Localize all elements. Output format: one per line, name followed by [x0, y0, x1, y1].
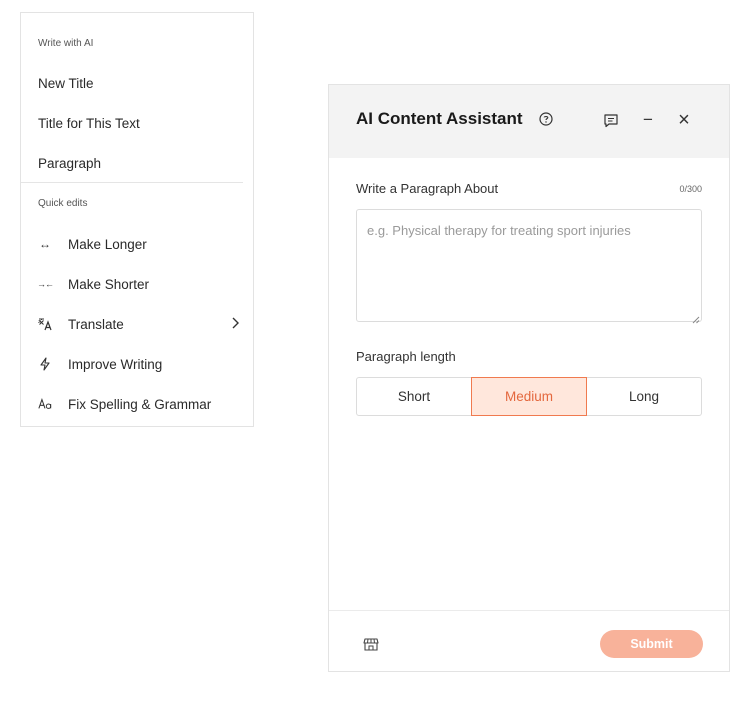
menu-item-label: Improve Writing — [68, 356, 163, 372]
menu-item-translate[interactable]: ᶻ Translate — [38, 312, 239, 336]
translate-icon: ᶻ — [38, 317, 52, 331]
menu-item-make-longer[interactable]: ↔ Make Longer — [38, 232, 239, 256]
menu-item-make-shorter[interactable]: →← Make Shorter — [37, 272, 239, 296]
chevron-right-icon — [231, 316, 239, 332]
paragraph-topic-label: Write a Paragraph About — [356, 181, 499, 196]
panel-header: AI Content Assistant − × — [329, 85, 729, 158]
shrink-arrows-icon: →← — [37, 279, 54, 289]
menu-section-quick-edits: Quick edits — [38, 198, 88, 209]
length-option-short[interactable]: Short — [357, 378, 471, 415]
menu-item-paragraph[interactable]: Paragraph — [38, 151, 239, 175]
menu-section-write-with-ai: Write with AI — [38, 38, 94, 49]
menu-item-label: Make Longer — [68, 236, 147, 252]
menu-item-new-title[interactable]: New Title — [38, 71, 239, 95]
spelling-icon — [38, 398, 52, 410]
resize-handle-icon[interactable] — [691, 311, 700, 324]
panel-title: AI Content Assistant — [356, 109, 523, 128]
ai-content-assistant-panel: AI Content Assistant − × Write a Paragra… — [328, 84, 730, 672]
lightning-icon — [38, 357, 52, 371]
menu-item-label: Make Shorter — [68, 276, 150, 292]
menu-item-label: Title for This Text — [38, 115, 140, 131]
footer-divider — [329, 610, 729, 611]
char-counter: 0/300 — [679, 184, 702, 194]
menu-item-improve-writing[interactable]: Improve Writing — [38, 352, 239, 376]
length-option-medium[interactable]: Medium — [471, 377, 587, 416]
store-icon[interactable] — [363, 636, 379, 652]
help-icon[interactable] — [539, 112, 553, 126]
submit-button[interactable]: Submit — [600, 630, 703, 658]
feedback-icon[interactable] — [602, 111, 620, 129]
menu-item-title-for-this-text[interactable]: Title for This Text — [38, 111, 239, 135]
menu-item-label: Paragraph — [38, 155, 102, 171]
minimize-icon[interactable]: − — [639, 110, 657, 129]
close-icon[interactable]: × — [675, 109, 693, 131]
menu-item-fix-spelling[interactable]: Fix Spelling & Grammar — [38, 392, 239, 416]
paragraph-length-selector: Short Medium Long — [356, 377, 702, 416]
paragraph-length-label: Paragraph length — [356, 349, 456, 364]
length-option-long[interactable]: Long — [587, 378, 701, 415]
paragraph-topic-input[interactable] — [356, 209, 702, 322]
menu-divider — [21, 182, 243, 183]
menu-item-label: New Title — [38, 75, 94, 91]
ai-write-menu: Write with AI New Title Title for This T… — [20, 12, 254, 427]
menu-item-label: Fix Spelling & Grammar — [68, 396, 212, 412]
expand-arrows-icon: ↔ — [39, 237, 51, 251]
menu-item-label: Translate — [68, 316, 124, 332]
